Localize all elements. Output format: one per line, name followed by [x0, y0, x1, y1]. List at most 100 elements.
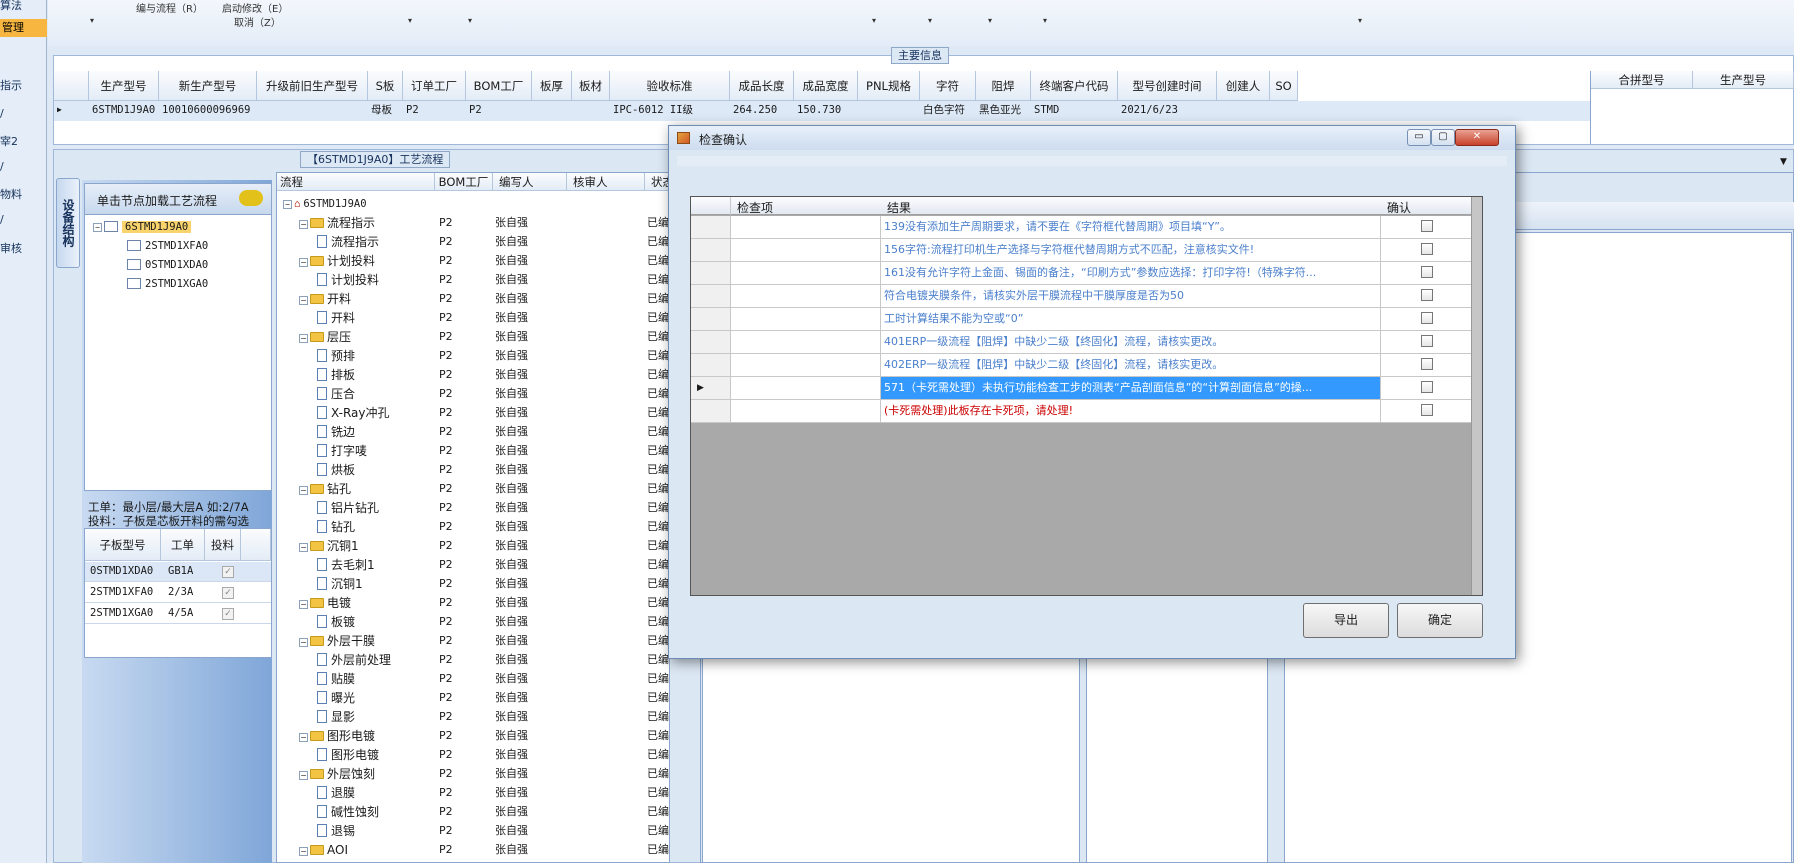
- flow-folder-row[interactable]: − 电镀 P2 张自强 已编: [277, 594, 669, 613]
- flow-step[interactable]: 预排: [317, 347, 355, 365]
- flow-folder[interactable]: − 图形电镀: [299, 727, 375, 745]
- flow-step[interactable]: 烘板: [317, 461, 355, 479]
- collapse-icon[interactable]: −: [299, 220, 308, 229]
- collapse-icon[interactable]: −: [299, 296, 308, 305]
- flow-step[interactable]: X-Ray冲孔: [317, 404, 389, 422]
- check-row[interactable]: 符合电镀夹膜条件，请核实外层干膜流程中干膜厚度是否为50: [691, 285, 1471, 308]
- flow-root[interactable]: − ⌂ 6STMD1J9A0: [283, 195, 367, 213]
- check-row[interactable]: 161没有允许字符上金面、锡面的备注，“印刷方式”参数应选择：打印字符!（特殊字…: [691, 262, 1471, 285]
- flow-folder-row[interactable]: − 层压 P2 张自强 已编: [277, 328, 669, 347]
- nav-item[interactable]: /: [0, 213, 47, 226]
- column-header[interactable]: 型号创建时间: [1118, 71, 1217, 101]
- tab-device-structure[interactable]: 设备结构: [56, 178, 80, 268]
- column-header[interactable]: 流程: [277, 173, 435, 191]
- flow-folder[interactable]: − AOI: [299, 841, 348, 859]
- column-header[interactable]: PNL规格: [858, 71, 920, 101]
- menu-start-modify[interactable]: 启动修改（E）: [222, 0, 288, 15]
- cell[interactable]: 6STMD1J9A0: [89, 101, 159, 119]
- cell[interactable]: 264.250: [730, 101, 794, 119]
- flow-folder-row[interactable]: − 外层蚀刻 P2 张自强 已编: [277, 765, 669, 784]
- flow-folder[interactable]: − 外层干膜: [299, 632, 375, 650]
- row-header[interactable]: [691, 239, 731, 261]
- flow-step-row[interactable]: 铣边 P2 张自强 已编: [277, 423, 669, 442]
- minimize-icon[interactable]: ▭: [1407, 129, 1431, 146]
- cell[interactable]: 150.730: [794, 101, 858, 119]
- dropdown-arrow-icon[interactable]: ▾: [90, 16, 94, 25]
- column-header[interactable]: 订单工厂: [403, 71, 466, 101]
- flow-folder-row[interactable]: − 计划投料 P2 张自强 已编: [277, 252, 669, 271]
- row-header[interactable]: [691, 400, 731, 422]
- table-row[interactable]: 2STMD1XGA0 4/5A ✓: [85, 604, 271, 624]
- dropdown-arrow-icon[interactable]: ▾: [872, 16, 876, 25]
- flow-folder[interactable]: − 层压: [299, 328, 351, 346]
- flow-step[interactable]: 碱性蚀刻: [317, 803, 379, 821]
- collapse-icon[interactable]: −: [299, 733, 308, 742]
- flow-step[interactable]: 外层前处理: [317, 651, 391, 669]
- check-item-cell[interactable]: [731, 400, 881, 422]
- flow-step[interactable]: 退锡: [317, 822, 355, 840]
- dropdown-arrow-icon[interactable]: ▾: [1358, 16, 1362, 25]
- column-header[interactable]: 成品长度: [730, 71, 794, 101]
- dropdown-arrow-icon[interactable]: ▾: [928, 16, 932, 25]
- flow-step[interactable]: 排板: [317, 366, 355, 384]
- nav-item[interactable]: /: [0, 107, 47, 120]
- collapse-icon[interactable]: −: [283, 200, 292, 209]
- feed-checkbox[interactable]: ✓: [222, 587, 234, 599]
- column-header[interactable]: 结果: [887, 199, 911, 216]
- close-icon[interactable]: ✕: [1455, 129, 1499, 146]
- row-header[interactable]: [691, 262, 731, 284]
- table-row[interactable]: 2STMD1XFA0 2/3A ✓: [85, 583, 271, 603]
- column-header[interactable]: BOM工厂: [466, 71, 532, 101]
- flow-step-row[interactable]: 显影 P2 张自强 已编: [277, 708, 669, 727]
- cell[interactable]: 母板: [368, 101, 403, 119]
- column-header[interactable]: 工单: [161, 529, 205, 561]
- flow-step-row[interactable]: 排板 P2 张自强 已编: [277, 366, 669, 385]
- flow-step-row[interactable]: 预排 P2 张自强 已编: [277, 347, 669, 366]
- column-header[interactable]: 升级前旧生产型号: [257, 71, 368, 101]
- confirm-checkbox[interactable]: [1421, 358, 1433, 370]
- check-row[interactable]: (卡死需处理)此板存在卡死项，请处理!: [691, 400, 1471, 423]
- table-row-selected[interactable]: ▶ 6STMD1J9A0 10010600096969 母板 P2 P2 IPC…: [54, 101, 1590, 121]
- nav-item-selected[interactable]: 管理: [0, 19, 47, 37]
- flow-folder-row[interactable]: − AOI P2 张自强 已编: [277, 841, 669, 860]
- column-header[interactable]: 终端客户代码: [1031, 71, 1118, 101]
- dropdown-arrow-icon[interactable]: ▾: [408, 16, 412, 25]
- confirm-checkbox[interactable]: [1421, 289, 1433, 301]
- column-header[interactable]: SO: [1270, 71, 1298, 101]
- flow-folder-row[interactable]: − 钻孔 P2 张自强 已编: [277, 480, 669, 499]
- flow-folder[interactable]: − 开料: [299, 290, 351, 308]
- dropdown-arrow-icon[interactable]: ▾: [468, 16, 472, 25]
- column-header[interactable]: 字符: [920, 71, 976, 101]
- flow-step-row[interactable]: 贴膜 P2 张自强 已编: [277, 670, 669, 689]
- collapse-icon[interactable]: −: [299, 543, 308, 552]
- check-item-cell[interactable]: [731, 331, 881, 353]
- cell[interactable]: 10010600096969: [159, 101, 257, 119]
- flow-step-row[interactable]: 曝光 P2 张自强 已编: [277, 689, 669, 708]
- check-row[interactable]: 402ERP一级流程【阻焊】中缺少二级【终固化】流程，请核实更改。: [691, 354, 1471, 377]
- confirm-checkbox[interactable]: [1421, 312, 1433, 324]
- column-header[interactable]: 核审人: [567, 173, 645, 191]
- cell[interactable]: 4/5A: [165, 604, 205, 622]
- flow-step-row[interactable]: 开料 P2 张自强 已编: [277, 309, 669, 328]
- flow-step-row[interactable]: 沉铜1 P2 张自强 已编: [277, 575, 669, 594]
- collapse-icon[interactable]: −: [299, 771, 308, 780]
- flow-step[interactable]: 压合: [317, 385, 355, 403]
- confirm-checkbox[interactable]: [1421, 266, 1433, 278]
- result-cell[interactable]: 139没有添加生产周期要求，请不要在《字符框代替周期》项目填“Y”。: [881, 216, 1381, 238]
- flow-step-row[interactable]: 碱性蚀刻 P2 张自强 已编: [277, 803, 669, 822]
- check-item-cell[interactable]: [731, 285, 881, 307]
- column-header[interactable]: 确认: [1387, 199, 1411, 216]
- cell[interactable]: 2/3A: [165, 583, 205, 601]
- check-row[interactable]: 156字符:流程打印机生产选择与字符框代替周期方式不匹配，注意核实文件!: [691, 239, 1471, 262]
- collapse-icon[interactable]: −: [299, 638, 308, 647]
- flow-folder[interactable]: − 外层蚀刻: [299, 765, 375, 783]
- cell[interactable]: STMD: [1031, 101, 1118, 119]
- collapse-icon[interactable]: −: [299, 847, 308, 856]
- check-item-cell[interactable]: [731, 216, 881, 238]
- ok-button[interactable]: 确定: [1397, 603, 1483, 638]
- check-item-cell[interactable]: [731, 239, 881, 261]
- cell[interactable]: 2STMD1XFA0: [87, 583, 161, 601]
- flow-folder-row[interactable]: − 开料 P2 张自强 已编: [277, 290, 669, 309]
- flow-step[interactable]: 沉铜1: [317, 575, 363, 593]
- flow-step[interactable]: 打字唛: [317, 442, 367, 460]
